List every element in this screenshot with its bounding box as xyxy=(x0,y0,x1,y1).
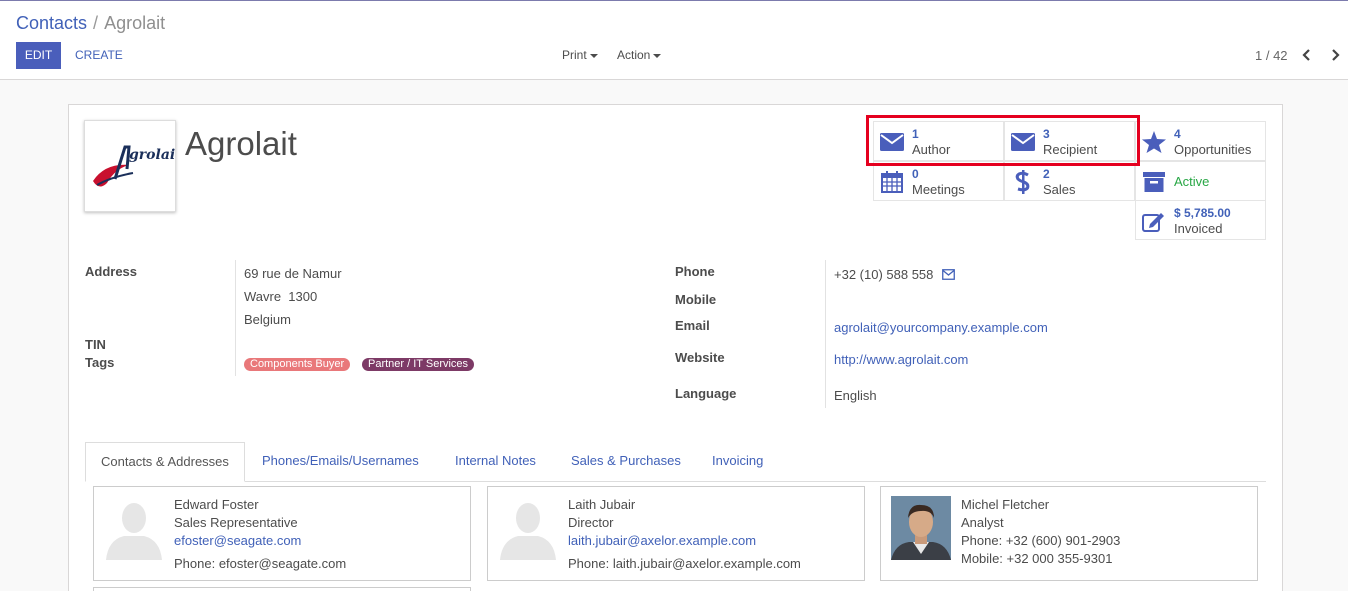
tab-phones-emails-usernames[interactable]: Phones/Emails/Usernames xyxy=(262,442,419,482)
tab-sales-purchases[interactable]: Sales & Purchases xyxy=(571,442,681,482)
contact-card-partial xyxy=(93,587,471,591)
contact-email-link[interactable]: laith.jubair@axelor.example.com xyxy=(568,533,756,548)
contact-card[interactable]: Laith Jubair Director laith.jubair@axelo… xyxy=(487,486,865,581)
contact-name: Laith Jubair xyxy=(568,497,636,512)
pencil-square-icon xyxy=(1142,210,1166,232)
language-value: English xyxy=(834,388,877,403)
highlight-box xyxy=(866,115,1140,166)
agrolait-logo-icon: grolait xyxy=(93,145,182,187)
address-street: 69 rue de Namur xyxy=(244,266,342,281)
chevron-right-icon xyxy=(1332,49,1340,61)
action-dropdown[interactable]: Action xyxy=(617,42,662,69)
archive-icon xyxy=(1142,171,1166,193)
edit-button[interactable]: EDIT xyxy=(16,42,61,69)
tab-invoicing[interactable]: Invoicing xyxy=(712,442,763,482)
tab-internal-notes[interactable]: Internal Notes xyxy=(455,442,536,482)
email-label: Email xyxy=(675,318,710,333)
contact-phone: Phone: +32 (600) 901-2903 xyxy=(961,533,1121,548)
create-button[interactable]: CREATE xyxy=(75,42,123,69)
breadcrumb: Contacts / Agrolait xyxy=(16,13,165,34)
address-country: Belgium xyxy=(244,312,291,327)
tab-contacts-addresses[interactable]: Contacts & Addresses xyxy=(85,442,245,482)
sales-count: 2 xyxy=(1043,167,1050,181)
opportunities-smart-button[interactable]: 4 Opportunities xyxy=(1135,121,1266,161)
active-toggle-button[interactable]: Active xyxy=(1135,161,1266,201)
invoiced-smart-button[interactable]: $ 5,785.00 Invoiced xyxy=(1135,200,1266,240)
breadcrumb-contacts-link[interactable]: Contacts xyxy=(16,13,87,33)
envelope-outline-icon xyxy=(942,269,955,280)
control-panel: Contacts / Agrolait EDIT CREATE Print Acti… xyxy=(0,1,1348,80)
contact-mobile: Mobile: +32 000 355-9301 xyxy=(961,551,1113,566)
address-label: Address xyxy=(85,264,138,279)
caret-down-icon xyxy=(653,53,662,58)
contact-role: Analyst xyxy=(961,515,1004,530)
contact-photo xyxy=(891,496,951,560)
left-group-divider xyxy=(235,260,236,376)
record-title: Agrolait xyxy=(185,125,297,162)
contact-phone: Phone: laith.jubair@axelor.example.com xyxy=(568,556,801,571)
sales-label: Sales xyxy=(1043,182,1076,197)
tin-label: TIN xyxy=(85,337,106,352)
language-label: Language xyxy=(675,386,737,401)
print-dropdown[interactable]: Print xyxy=(562,42,598,69)
breadcrumb-current: Agrolait xyxy=(104,13,166,33)
contact-name: Michel Fletcher xyxy=(961,497,1050,512)
notebook-tabs: Contacts & Addresses Phones/Emails/Usern… xyxy=(85,442,1266,482)
active-label: Active xyxy=(1174,174,1210,189)
invoiced-amount: $ 5,785.00 xyxy=(1174,206,1231,220)
meetings-count: 0 xyxy=(912,167,919,181)
opportunities-count: 4 xyxy=(1174,127,1181,141)
tag-components-buyer[interactable]: Components Buyer xyxy=(244,358,351,371)
contact-phone: Phone: efoster@seagate.com xyxy=(174,556,347,571)
mobile-label: Mobile xyxy=(675,292,717,307)
tags-label: Tags xyxy=(85,355,115,370)
address-city-zip: Wavre 1300 xyxy=(244,289,318,304)
svg-text:grolait: grolait xyxy=(129,147,175,163)
contact-card[interactable]: Edward Foster Sales Representative efost… xyxy=(93,486,471,581)
pager-value[interactable]: 1 / 42 xyxy=(1255,42,1288,69)
website-link[interactable]: http://www.agrolait.com xyxy=(834,352,968,367)
pager-previous-button[interactable] xyxy=(1302,42,1312,69)
contact-email-link[interactable]: efoster@seagate.com xyxy=(174,533,301,548)
tag-partner-it-services[interactable]: Partner / IT Services xyxy=(362,358,475,371)
opportunities-label: Opportunities xyxy=(1174,142,1252,157)
contact-role: Director xyxy=(568,515,614,530)
invoiced-label: Invoiced xyxy=(1174,221,1223,236)
meetings-label: Meetings xyxy=(912,182,965,197)
avatar-placeholder-icon xyxy=(104,496,164,560)
right-group-divider xyxy=(825,260,826,408)
contact-role: Sales Representative xyxy=(174,515,298,530)
action-label: Action xyxy=(617,48,651,62)
star-icon xyxy=(1142,131,1166,153)
website-label: Website xyxy=(675,350,725,365)
caret-down-icon xyxy=(589,53,598,58)
breadcrumb-separator: / xyxy=(93,13,99,33)
calendar-icon xyxy=(880,171,904,193)
contact-name: Edward Foster xyxy=(174,497,259,512)
meetings-smart-button[interactable]: 0 Meetings xyxy=(873,161,1004,201)
contact-card[interactable]: Michel Fletcher Analyst Phone: +32 (600)… xyxy=(880,486,1258,581)
avatar-placeholder-icon xyxy=(498,496,558,560)
chevron-left-icon xyxy=(1302,49,1310,61)
pager-next-button[interactable] xyxy=(1330,42,1340,69)
sales-smart-button[interactable]: 2 Sales xyxy=(1004,161,1135,201)
phone-label: Phone xyxy=(675,264,715,279)
send-sms-button[interactable] xyxy=(942,268,955,283)
email-link[interactable]: agrolait@yourcompany.example.com xyxy=(834,320,1048,335)
company-logo[interactable]: grolait xyxy=(84,120,182,212)
print-label: Print xyxy=(562,48,587,62)
dollar-icon xyxy=(1011,170,1035,194)
phone-value: +32 (10) 588 558 xyxy=(834,267,934,282)
